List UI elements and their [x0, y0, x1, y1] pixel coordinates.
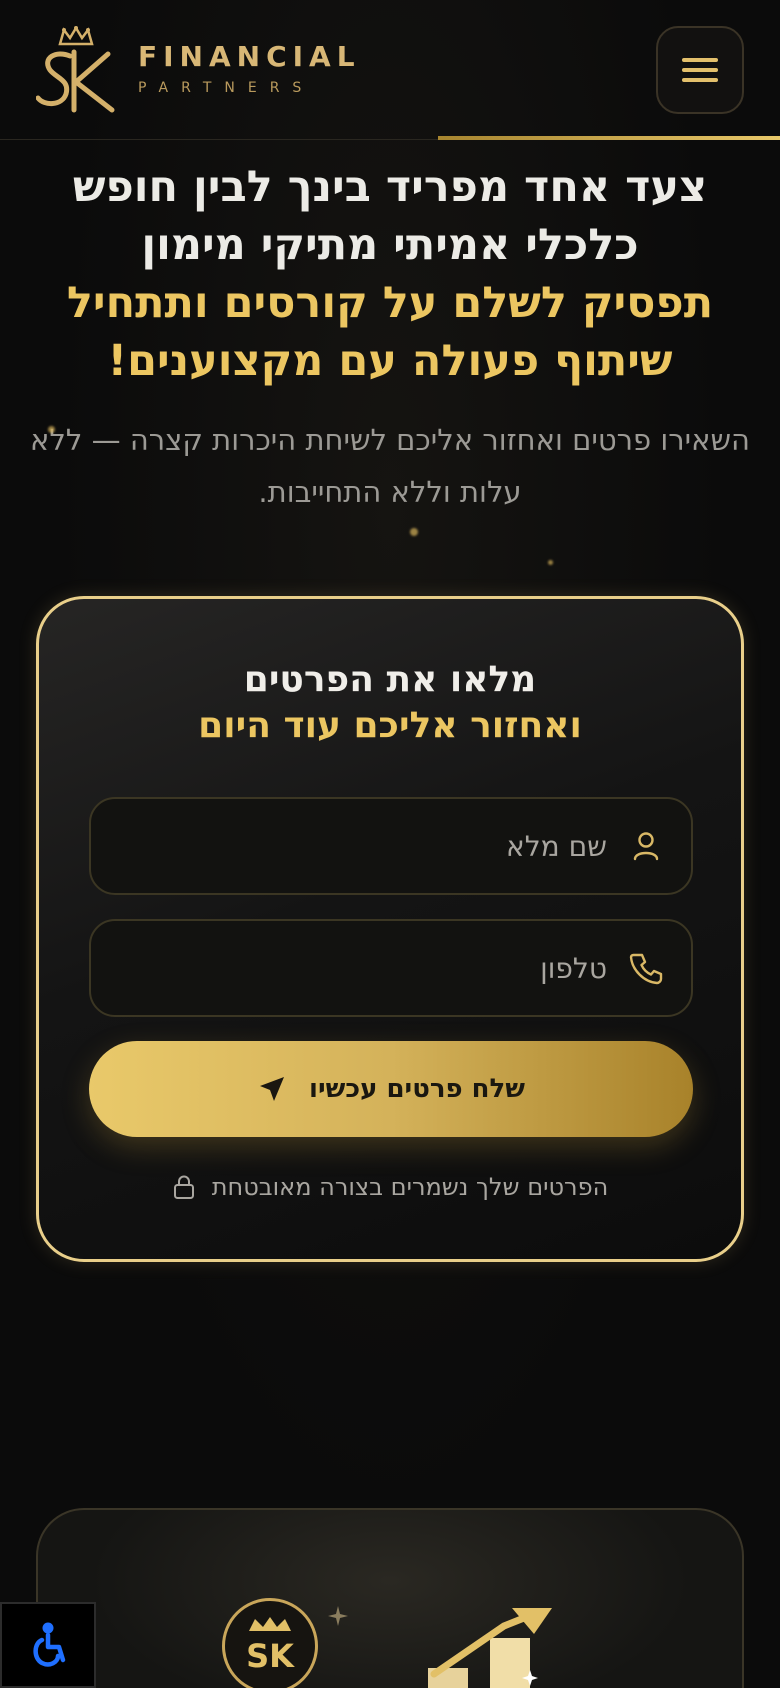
full-name-field[interactable]	[89, 797, 693, 895]
sk-badge: SK	[222, 1598, 318, 1688]
growth-chart-icon	[428, 1608, 552, 1688]
hero-section: צעד אחד מפריד בינך לבין חופש כלכלי אמיתי…	[30, 158, 750, 518]
decorative-spark	[548, 560, 553, 565]
secure-note-text: הפרטים שלך נשמרים בצורה מאובטחת	[211, 1173, 609, 1201]
hero-title: צעד אחד מפריד בינך לבין חופש כלכלי אמיתי…	[30, 158, 750, 390]
phone-icon	[629, 953, 663, 985]
site-header: FINANCIAL PARTNERS	[0, 0, 780, 140]
sparkle-icon	[328, 1606, 348, 1626]
form-title-highlight: ואחזור אליכם עוד היום	[198, 705, 582, 746]
hero-subtitle: השאירו פרטים ואחזור אליכם לשיחת היכרות ק…	[30, 423, 750, 509]
brand-name: FINANCIAL	[138, 40, 361, 73]
phone-field[interactable]	[89, 919, 693, 1017]
lead-form-card: מלאו את הפרטים ואחזור אליכם עוד היום שלח…	[36, 596, 744, 1262]
secure-note: הפרטים שלך נשמרים בצורה מאובטחת	[39, 1173, 741, 1201]
brand-subtitle: PARTNERS	[138, 80, 315, 96]
header-accent-bar	[438, 136, 780, 140]
full-name-input[interactable]	[127, 799, 607, 893]
submit-button[interactable]: שלח פרטים עכשיו	[89, 1041, 693, 1137]
feature-card	[36, 1508, 744, 1688]
hero-title-line: צעד אחד מפריד בינך לבין חופש	[72, 162, 708, 212]
decorative-spark	[410, 528, 418, 536]
hamburger-menu-icon	[682, 58, 718, 82]
hero-title-highlight: שיתוף פעולה עם מקצוענים!	[107, 336, 673, 386]
submit-button-label: שלח פרטים עכשיו	[309, 1074, 525, 1104]
sk-badge-text: SK	[246, 1637, 294, 1675]
send-icon	[260, 1077, 285, 1101]
sk-logo-icon[interactable]	[36, 26, 116, 116]
accessibility-button[interactable]	[0, 1602, 96, 1688]
form-title: מלאו את הפרטים	[243, 659, 537, 700]
hero-title-highlight: תפסיק לשלם על קורסים ותתחיל	[66, 278, 714, 328]
menu-button[interactable]	[656, 26, 744, 114]
user-icon	[633, 832, 659, 861]
lock-icon	[173, 1175, 194, 1199]
accessibility-icon	[33, 1622, 66, 1667]
hero-title-line: כלכלי אמיתי מתיקי מימון	[141, 220, 639, 270]
decorative-spark	[48, 426, 55, 433]
phone-input[interactable]	[127, 921, 607, 1015]
